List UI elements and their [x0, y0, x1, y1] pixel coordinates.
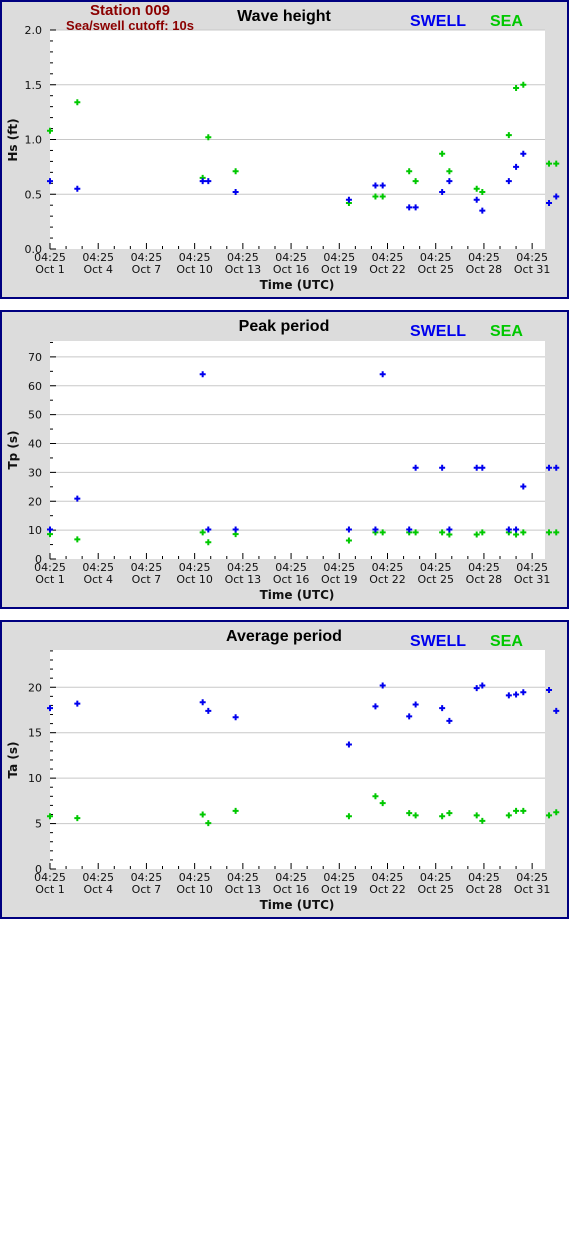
y-tick-label: 20: [28, 681, 42, 694]
x-tick-date-label: Oct 16: [273, 573, 310, 586]
x-tick-date-label: Oct 19: [321, 883, 358, 896]
y-tick-label: 5: [35, 818, 42, 831]
x-axis-label: Time (UTC): [260, 588, 335, 602]
legend-sea: SEA: [490, 323, 523, 340]
x-tick-date-label: Oct 25: [417, 263, 454, 276]
y-tick-label: 50: [28, 409, 42, 422]
plot-area: [50, 341, 545, 559]
x-tick-date-label: Oct 16: [273, 883, 310, 896]
x-tick-date-label: Oct 22: [369, 883, 406, 896]
x-tick-date-label: Oct 13: [225, 263, 262, 276]
x-tick-date-label: Oct 1: [35, 573, 65, 586]
y-axis-label: Hs (ft): [6, 118, 20, 161]
x-tick-date-label: Oct 13: [225, 883, 262, 896]
chart-title: Peak period: [239, 318, 330, 335]
peak-period-panel: 0 10 20 30 40 50 60 70 04:25 Oct 1 04:25 Oct 4 04:2…: [0, 310, 570, 610]
y-tick-label: 0.5: [25, 188, 43, 201]
x-tick-date-label: Oct 10: [176, 263, 213, 276]
x-tick-date-label: Oct 16: [273, 263, 310, 276]
y-axis-label: Tp (s): [6, 430, 20, 469]
station-name: Station 009: [90, 2, 170, 19]
legend-sea: SEA: [490, 13, 523, 30]
cutoff-label: Sea/swell cutoff: 10s: [66, 18, 194, 33]
x-axis-label: Time (UTC): [260, 898, 335, 912]
legend-sea: SEA: [490, 633, 523, 650]
wave-height-chart: 0.00.51.01.52.0 04:25Oct 104:25Oct 404:2…: [0, 0, 569, 299]
x-axis-label: Time (UTC): [260, 278, 335, 292]
y-tick-label: 60: [28, 380, 42, 393]
legend-swell: SWELL: [410, 13, 466, 30]
x-tick-date-label: Oct 4: [83, 573, 113, 586]
x-tick-date-label: Oct 19: [321, 573, 358, 586]
x-tick-date-label: Oct 10: [176, 573, 213, 586]
x-tick-date-label: Oct 25: [417, 883, 454, 896]
x-tick-date-label: Oct 28: [466, 573, 503, 586]
y-tick-label: 15: [28, 727, 42, 740]
y-tick-label: 1.0: [25, 134, 43, 147]
y-tick-label: 70: [28, 351, 42, 364]
x-tick-date-label: Oct 7: [132, 263, 162, 276]
x-tick-date-label: Oct 25: [417, 573, 454, 586]
y-tick-label: 10: [28, 772, 42, 785]
y-axis-label: Ta (s): [6, 741, 20, 778]
legend-swell: SWELL: [410, 323, 466, 340]
x-tick-date-label: Oct 4: [83, 883, 113, 896]
x-tick-date-label: Oct 13: [225, 573, 262, 586]
x-tick-date-label: Oct 1: [35, 883, 65, 896]
x-tick-date-label: Oct 10: [176, 883, 213, 896]
x-tick-date-label: Oct 4: [83, 263, 113, 276]
x-tick-date-label: Oct 7: [132, 883, 162, 896]
x-tick-date-label: Oct 19: [321, 263, 358, 276]
x-tick-date-label: Oct 22: [369, 263, 406, 276]
plot-area: [50, 650, 545, 869]
y-tick-label: 40: [28, 438, 42, 451]
legend-swell: SWELL: [410, 633, 466, 650]
x-tick-date-label: Oct 7: [132, 573, 162, 586]
x-tick-date-label: Oct 31: [514, 263, 551, 276]
y-tick-label: 10: [28, 524, 42, 537]
average-period-panel: 0 5 10 15 20 04:25 Oct 1 04:25 Oct 4 04:25 Oct 70…: [0, 620, 570, 920]
chart-title: Wave height: [237, 8, 331, 25]
y-tick-label: 30: [28, 466, 42, 479]
chart-title: Average period: [226, 628, 342, 645]
y-tick-label: 20: [28, 495, 42, 508]
x-tick-date-label: Oct 31: [514, 883, 551, 896]
x-tick-date-label: Oct 28: [466, 263, 503, 276]
average-period-chart: 05101520 04:25Oct 104:25Oct 404:25Oct 70…: [0, 620, 569, 919]
x-tick-date-label: Oct 1: [35, 263, 65, 276]
y-tick-label: 2.0: [25, 24, 43, 37]
x-tick-date-label: Oct 31: [514, 573, 551, 586]
x-tick-date-label: Oct 22: [369, 573, 406, 586]
wave-height-panel: 0.0 0.5 1.0 1.5 2.0 04:25 Oct 1 04:25 Oct 4 04:2…: [0, 0, 570, 300]
x-tick-date-label: Oct 28: [466, 883, 503, 896]
peak-period-chart: 010203040506070 04:25Oct 104:25Oct 404:2…: [0, 310, 569, 609]
y-tick-label: 1.5: [25, 79, 43, 92]
